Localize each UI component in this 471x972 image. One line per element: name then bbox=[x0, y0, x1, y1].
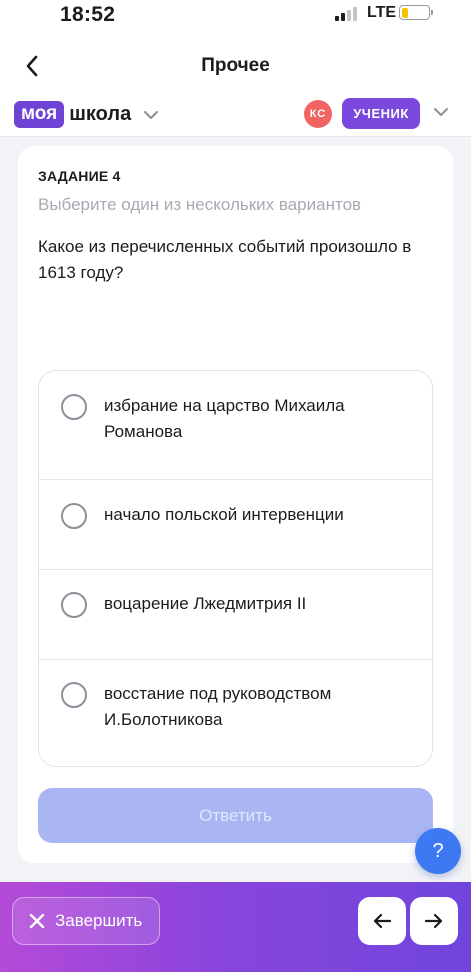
close-icon bbox=[29, 913, 45, 929]
role-badge[interactable]: УЧЕНИК bbox=[342, 98, 420, 129]
prev-button[interactable] bbox=[358, 897, 406, 945]
answer-option[interactable]: восстание под руководством И.Болотникова bbox=[39, 660, 432, 766]
finish-label: Завершить bbox=[55, 911, 143, 930]
task-hint: Выберите один из нескольких вариантов bbox=[38, 195, 362, 214]
page-title: Прочее bbox=[201, 55, 270, 76]
arrow-left-icon bbox=[373, 913, 392, 929]
option-text: начало польской интервенции bbox=[104, 505, 344, 524]
brand-bar: моя школа КС УЧЕНИК bbox=[0, 92, 471, 137]
network-type: LTE bbox=[367, 4, 397, 21]
arrow-right-icon bbox=[424, 913, 443, 929]
status-time: 18:52 bbox=[60, 3, 116, 26]
finish-button[interactable]: Завершить bbox=[12, 897, 160, 945]
radio-icon[interactable] bbox=[61, 503, 87, 529]
battery-icon bbox=[399, 5, 430, 20]
question-text: Какое из перечисленных событий произошло… bbox=[38, 237, 412, 282]
next-button[interactable] bbox=[410, 897, 458, 945]
battery-fill bbox=[401, 7, 408, 18]
task-card: ЗАДАНИЕ 4 Выберите один из нескольких ва… bbox=[18, 146, 453, 863]
signal-icon bbox=[335, 7, 361, 21]
option-text: воцарение Лжедмитрия II bbox=[104, 594, 307, 613]
answer-options: избрание на царство Михаила Романова нач… bbox=[38, 370, 433, 767]
task-label: ЗАДАНИЕ 4 bbox=[38, 168, 121, 184]
answer-option[interactable]: воцарение Лжедмитрия II bbox=[39, 570, 432, 659]
help-button[interactable]: ? bbox=[415, 828, 461, 874]
logo-text: школа bbox=[69, 102, 132, 125]
status-bar: 18:52 LTE bbox=[0, 0, 471, 40]
logo-box: моя bbox=[14, 100, 65, 128]
radio-icon[interactable] bbox=[61, 682, 87, 708]
option-text: избрание на царство Михаила Романова bbox=[104, 396, 345, 441]
radio-icon[interactable] bbox=[61, 394, 87, 420]
answer-option[interactable]: избрание на царство Михаила Романова bbox=[39, 371, 432, 479]
avatar[interactable]: КС bbox=[304, 100, 332, 128]
option-text: восстание под руководством И.Болотникова bbox=[104, 684, 332, 729]
nav-bar: Прочее bbox=[0, 40, 471, 92]
bottom-bar: Завершить bbox=[0, 882, 471, 972]
chevron-down-icon[interactable] bbox=[433, 107, 449, 117]
logo: моя школа bbox=[14, 99, 159, 129]
answer-option[interactable]: начало польской интервенции bbox=[39, 480, 432, 569]
chevron-down-icon[interactable] bbox=[143, 110, 159, 120]
submit-button[interactable]: Ответить bbox=[38, 788, 433, 843]
radio-icon[interactable] bbox=[61, 592, 87, 618]
